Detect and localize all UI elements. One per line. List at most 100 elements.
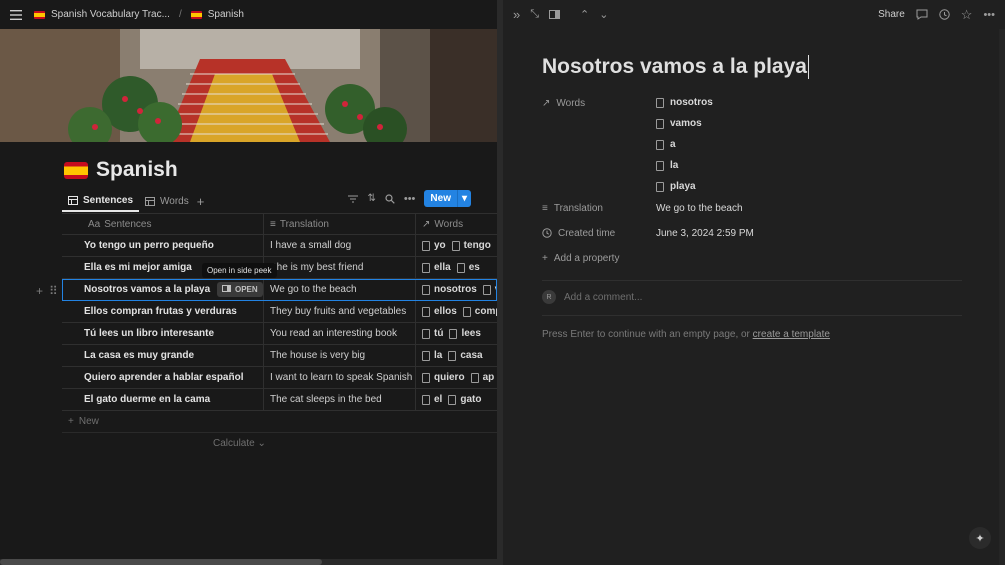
favorite-star-icon[interactable]: ☆ (961, 7, 973, 23)
tab-words[interactable]: Words (139, 190, 195, 212)
horizontal-scrollbar[interactable] (0, 559, 497, 565)
property-name[interactable]: ↗ Words (542, 92, 656, 197)
add-view-plus-icon[interactable]: + (197, 194, 205, 209)
property-name[interactable]: ≡ Translation (542, 197, 656, 222)
table-row[interactable]: El gato duerme en la cama The cat sleeps … (62, 389, 497, 411)
word-relation-chip[interactable]: ellos (422, 306, 457, 317)
scrollbar-thumb[interactable] (0, 559, 322, 565)
word-relation-chip[interactable]: tengo (451, 240, 491, 251)
new-button-label[interactable]: New (424, 190, 457, 207)
word-relation-chip[interactable]: quiero (422, 372, 465, 383)
cell-sentence[interactable]: Yo tengo un perro pequeño (62, 235, 264, 256)
calculate-button[interactable]: Calculate ⌄ (213, 438, 266, 449)
add-property[interactable]: + Add a property (542, 247, 619, 272)
divider (542, 315, 962, 316)
column-header-sentences[interactable]: Aa Sentences (62, 214, 264, 234)
word-relation-chip[interactable]: el (422, 394, 442, 405)
column-header-words[interactable]: ↗ Words (416, 214, 497, 234)
cell-words[interactable]: el gato (416, 389, 497, 410)
word-relation-chip[interactable]: ella (422, 262, 451, 273)
breadcrumb-page[interactable]: Spanish (208, 9, 244, 20)
cell-sentence[interactable]: Tú lees un libro interesante (62, 323, 264, 344)
share-button[interactable]: Share (878, 9, 905, 20)
filter-icon[interactable] (348, 195, 359, 203)
word-relation-chip[interactable]: es (456, 262, 480, 273)
page-title-text[interactable]: Spanish (96, 158, 178, 182)
cell-translation[interactable]: I want to learn to speak Spanish (264, 367, 416, 388)
word-relation-chip[interactable]: la (422, 350, 442, 361)
word-relation-chip[interactable]: comp (462, 306, 497, 317)
cell-words[interactable]: yo tengo (416, 235, 497, 256)
side-peek-mode-icon[interactable] (549, 10, 561, 19)
cell-words[interactable]: nosotros v (416, 279, 497, 300)
ai-sparkle-icon[interactable]: ✦ (969, 527, 991, 549)
word-relation-item[interactable]: vamos (656, 113, 962, 134)
table-row[interactable]: Ella es mi mejor amiga She is my best fri… (62, 257, 497, 279)
cell-translation[interactable]: You read an interesting book (264, 323, 416, 344)
word-relation-chip[interactable]: casa (448, 350, 483, 361)
more-options-icon[interactable]: ••• (983, 9, 995, 21)
cell-translation[interactable]: I have a small dog (264, 235, 416, 256)
history-clock-icon[interactable] (939, 9, 950, 20)
property-value-words[interactable]: nosotros vamos a la playa (656, 92, 962, 197)
add-row-button[interactable]: + New (62, 411, 497, 433)
table-row[interactable]: Ellos compran frutas y verduras They buy … (62, 301, 497, 323)
chevron-up-icon[interactable]: ⌃ (580, 8, 589, 21)
breadcrumb-workspace[interactable]: Spanish Vocabulary Trac... (51, 9, 170, 20)
spain-flag-icon (64, 161, 88, 179)
add-row-plus-icon[interactable]: + (36, 284, 43, 298)
chevron-down-icon[interactable]: ▾ (456, 190, 471, 207)
sort-icon[interactable]: ⇅ (367, 193, 375, 204)
cell-sentence[interactable]: Quiero aprender a hablar español (62, 367, 264, 388)
table-row[interactable]: Nosotros vamos a la playa We go to the be… (62, 279, 497, 301)
comment-box[interactable]: R Add a comment... (542, 290, 642, 304)
cell-words[interactable]: la casa (416, 345, 497, 366)
chevron-down-icon[interactable]: ⌄ (599, 8, 608, 21)
cell-sentence[interactable]: La casa es muy grande (62, 345, 264, 366)
word-relation-chip[interactable]: yo (422, 240, 446, 251)
table-row[interactable]: La casa es muy grande The house is very b… (62, 345, 497, 367)
cell-translation[interactable]: We go to the beach (264, 279, 416, 300)
menu-icon[interactable] (10, 9, 22, 20)
cell-words[interactable]: ella es (416, 257, 497, 278)
word-relation-chip[interactable]: nosotros (422, 284, 477, 295)
word-relation-chip[interactable]: ap (470, 372, 494, 383)
cell-translation[interactable]: The cat sleeps in the bed (264, 389, 416, 410)
word-relation-chip[interactable]: tú (422, 328, 443, 339)
open-side-peek-button[interactable]: OPEN (217, 282, 263, 297)
word-relation-chip[interactable]: gato (448, 394, 481, 405)
more-options-icon[interactable]: ••• (404, 193, 416, 205)
cell-translation[interactable]: She is my best friend (264, 257, 416, 278)
table-row[interactable]: Tú lees un libro interesante You read an … (62, 323, 497, 345)
word-relation-item[interactable]: nosotros (656, 92, 962, 113)
peek-page-title[interactable]: Nosotros vamos a la playa (542, 55, 809, 79)
cell-sentence[interactable]: Ellos compran frutas y verduras (62, 301, 264, 322)
word-relation-item[interactable]: playa (656, 176, 962, 197)
property-value-translation[interactable]: We go to the beach (656, 197, 962, 222)
word-relation-chip[interactable]: v (482, 284, 497, 295)
drag-handle-icon[interactable]: ⠿ (49, 284, 58, 298)
search-icon[interactable] (385, 193, 395, 204)
cell-sentence[interactable]: El gato duerme en la cama (62, 389, 264, 410)
word-relation-chip[interactable]: lees (449, 328, 481, 339)
cell-words[interactable]: tú lees (416, 323, 497, 344)
word-relation-item[interactable]: a (656, 134, 962, 155)
cell-words[interactable]: ellos comp (416, 301, 497, 322)
expand-icon[interactable]: ⤡ (530, 8, 539, 21)
create-template-link[interactable]: create a template (753, 329, 830, 340)
vertical-scrollbar[interactable] (999, 29, 1005, 565)
word-relation-item[interactable]: la (656, 155, 962, 176)
comment-input[interactable]: Add a comment... (564, 292, 642, 303)
new-button[interactable]: New ▾ (424, 190, 471, 207)
cell-translation[interactable]: The house is very big (264, 345, 416, 366)
property-name[interactable]: Created time (542, 222, 656, 247)
close-peek-double-chevron-icon[interactable]: » (513, 7, 520, 22)
add-property-button[interactable]: + Add a property (542, 247, 962, 272)
cell-words[interactable]: quiero ap (416, 367, 497, 388)
tab-sentences[interactable]: Sentences (62, 190, 140, 212)
comment-icon[interactable] (916, 9, 928, 20)
table-row[interactable]: Quiero aprender a hablar español I want t… (62, 367, 497, 389)
cell-translation[interactable]: They buy fruits and vegetables (264, 301, 416, 322)
table-row[interactable]: Yo tengo un perro pequeño I have a small … (62, 235, 497, 257)
column-header-translation[interactable]: ≡ Translation (264, 214, 416, 234)
